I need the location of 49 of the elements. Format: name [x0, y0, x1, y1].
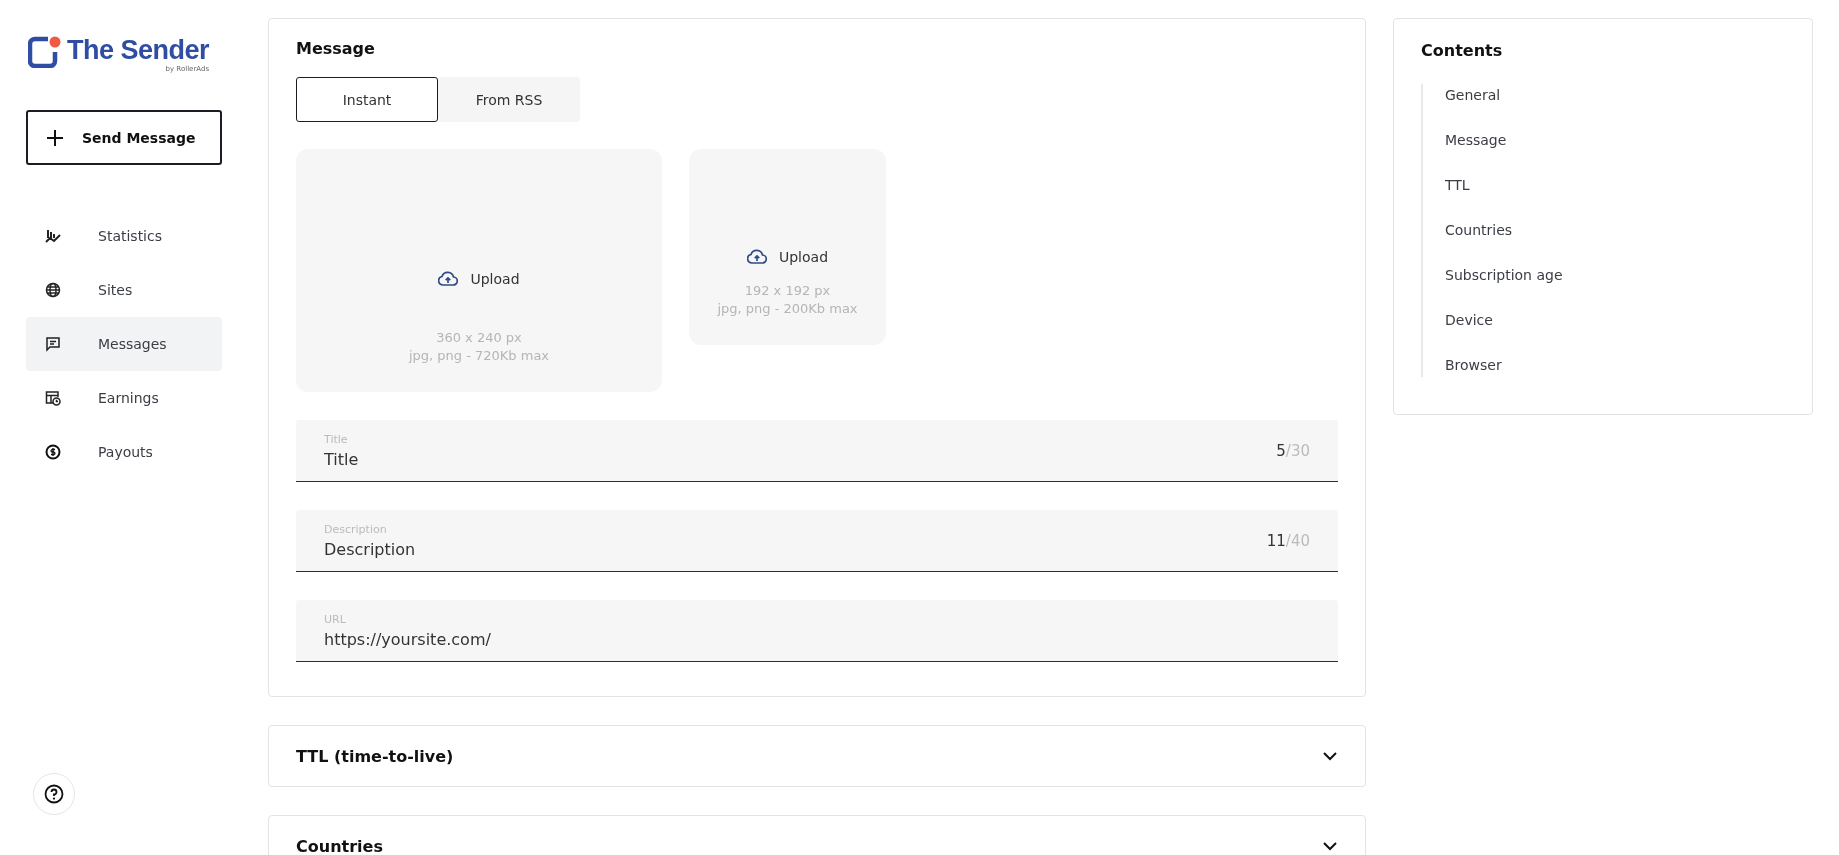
message-icon [45, 336, 61, 352]
contents-link[interactable]: Subscription age [1445, 264, 1785, 287]
contents-title: Contents [1421, 41, 1504, 60]
text-field[interactable]: Description Description 11/40 [296, 510, 1338, 572]
logo-name: The Sender [67, 35, 210, 65]
contents-link[interactable]: Message [1445, 129, 1785, 152]
nav-item[interactable]: Messages [26, 317, 222, 371]
plus-icon [46, 128, 64, 147]
upload-area[interactable]: Upload 192 x 192 px jpg, png - 200Kb max [689, 149, 886, 345]
send-message-button[interactable]: Send Message [26, 110, 222, 165]
help-icon [44, 784, 64, 804]
section-title: TTL (time-to-live) [296, 746, 454, 766]
nav-item[interactable]: Sites [26, 263, 222, 317]
field-label: URL [324, 612, 347, 626]
tab[interactable]: Instant [296, 77, 438, 122]
cloud-upload-icon [746, 249, 767, 265]
field-label: Description [324, 522, 388, 536]
section-title: Countries [296, 836, 383, 855]
upload-label: Upload [778, 249, 829, 265]
nav-item[interactable]: Earnings [26, 371, 222, 425]
character-counter: 5/30 [1276, 441, 1310, 460]
text-field[interactable]: URL https://yoursite.com/ [296, 600, 1338, 662]
tab[interactable]: From RSS [438, 77, 580, 122]
size-hint: 360 x 240 px [436, 329, 522, 347]
wallet-clock-icon [45, 390, 61, 406]
help-button[interactable] [33, 773, 75, 815]
globe-icon [45, 282, 61, 298]
contents-link[interactable]: Device [1445, 309, 1785, 332]
coin-icon [45, 444, 61, 460]
format-hint: jpg, png - 720Kb max [408, 347, 550, 365]
contents-link[interactable]: TTL [1445, 174, 1785, 197]
contents-link[interactable]: Countries [1445, 219, 1785, 242]
collapsible-section[interactable]: TTL (time-to-live) [268, 725, 1366, 787]
character-counter: 11/40 [1266, 531, 1310, 550]
collapsible-section[interactable]: Countries [268, 815, 1366, 855]
format-hint: jpg, png - 200Kb max [717, 300, 858, 318]
contents-link[interactable]: Browser [1445, 354, 1785, 377]
logo-icon [28, 36, 62, 68]
upload-area[interactable]: Upload 360 x 240 px jpg, png - 720Kb max [296, 149, 662, 392]
size-hint: 192 x 192 px [744, 282, 831, 300]
section-title: Message [296, 39, 376, 58]
contents-link[interactable]: General [1445, 84, 1785, 107]
upload-label: Upload [470, 271, 520, 287]
text-field[interactable]: Title Title 5/30 [296, 420, 1338, 482]
cloud-upload-icon [438, 271, 459, 287]
chart-icon [45, 228, 61, 244]
field-label: Title [324, 432, 349, 446]
nav-item[interactable]: Statistics [26, 209, 222, 263]
nav-item[interactable]: Payouts [26, 425, 222, 479]
